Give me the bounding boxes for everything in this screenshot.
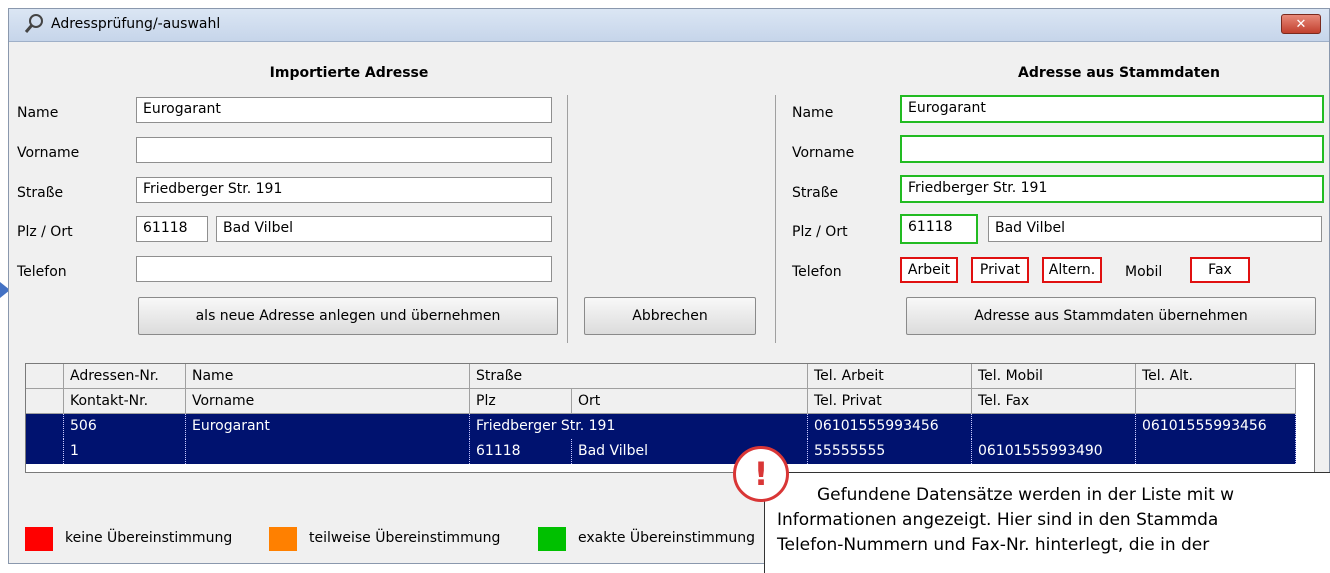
- col-header-adressen-nr[interactable]: Adressen-Nr.: [64, 364, 186, 389]
- table-cell[interactable]: 06101555993456: [808, 414, 972, 439]
- master-name-label: Name: [792, 105, 834, 121]
- master-ort-field[interactable]: Bad Vilbel: [988, 216, 1322, 242]
- window-title: Adressprüfung/-auswahl: [51, 16, 221, 32]
- col-header-tel-privat[interactable]: Tel. Privat: [808, 389, 972, 414]
- phone-tag-arbeit: Arbeit: [900, 257, 958, 283]
- col-header-plz[interactable]: Plz: [470, 389, 572, 414]
- imported-telefon-field[interactable]: [136, 256, 552, 282]
- table-row-header-cell: [26, 364, 64, 389]
- magnifier-icon: [24, 14, 43, 33]
- master-telefon-label: Telefon: [792, 264, 842, 280]
- info-callout: Gefundene Datensätze werden in der Liste…: [764, 472, 1330, 573]
- new-address-button[interactable]: als neue Adresse anlegen und übernehmen: [138, 297, 558, 335]
- separator-left: [567, 95, 568, 343]
- master-name-field[interactable]: Eurogarant: [900, 95, 1324, 123]
- col-header-tel-arbeit[interactable]: Tel. Arbeit: [808, 364, 972, 389]
- table-cell[interactable]: 55555555: [808, 439, 972, 464]
- col-header-tel-fax[interactable]: Tel. Fax: [972, 389, 1136, 414]
- imported-ort-field[interactable]: Bad Vilbel: [216, 216, 552, 242]
- table-row-header-cell: [26, 389, 64, 414]
- legend-label-none: keine Übereinstimmung: [65, 530, 233, 546]
- col-header-strasse[interactable]: Straße: [470, 364, 808, 389]
- table-cell[interactable]: Friedberger Str. 191: [470, 414, 808, 439]
- table-cell[interactable]: [1136, 439, 1296, 464]
- table-cell[interactable]: 1: [64, 439, 186, 464]
- imported-strasse-field[interactable]: Friedberger Str. 191: [136, 177, 552, 203]
- master-plz-field[interactable]: 61118: [900, 214, 978, 244]
- phone-tag-altern: Altern.: [1042, 257, 1102, 283]
- close-button[interactable]: ✕: [1281, 14, 1321, 34]
- callout-text: Gefundene Datensätze werden in der Liste…: [777, 483, 1330, 558]
- table-row-selector[interactable]: [26, 414, 64, 439]
- imported-vorname-field[interactable]: [136, 137, 552, 163]
- table-cell[interactable]: Eurogarant: [186, 414, 470, 439]
- master-strasse-label: Straße: [792, 185, 839, 201]
- master-plz-ort-label: Plz / Ort: [792, 224, 848, 240]
- table-cell[interactable]: 06101555993490: [972, 439, 1136, 464]
- imported-vorname-label: Vorname: [17, 145, 80, 161]
- table-cell[interactable]: 61118: [470, 439, 572, 464]
- legend-label-partial: teilweise Übereinstimmung: [309, 530, 501, 546]
- imported-telefon-label: Telefon: [17, 264, 67, 280]
- table-cell[interactable]: [186, 439, 470, 464]
- col-header-name[interactable]: Name: [186, 364, 470, 389]
- phone-tag-privat: Privat: [971, 257, 1029, 283]
- master-strasse-field[interactable]: Friedberger Str. 191: [900, 175, 1324, 203]
- imported-address-title: Importierte Adresse: [269, 65, 429, 81]
- col-header-empty: [1136, 389, 1296, 414]
- phone-tag-fax: Fax: [1190, 257, 1250, 283]
- master-vorname-field[interactable]: [900, 135, 1324, 163]
- cancel-button[interactable]: Abbrechen: [584, 297, 756, 335]
- take-master-address-button[interactable]: Adresse aus Stammdaten übernehmen: [906, 297, 1316, 335]
- imported-name-field[interactable]: Eurogarant: [136, 97, 552, 123]
- col-header-tel-alt[interactable]: Tel. Alt.: [1136, 364, 1296, 389]
- imported-plz-field[interactable]: 61118: [136, 216, 208, 242]
- imported-plz-ort-label: Plz / Ort: [17, 224, 73, 240]
- callout-line-2: Informationen angezeigt. Hier sind in de…: [777, 510, 1219, 530]
- col-header-kontakt-nr[interactable]: Kontakt-Nr.: [64, 389, 186, 414]
- callout-line-3: Telefon-Nummern und Fax-Nr. hinterlegt, …: [777, 535, 1210, 555]
- col-header-ort[interactable]: Ort: [572, 389, 808, 414]
- table-cell[interactable]: [972, 414, 1136, 439]
- imported-name-label: Name: [17, 105, 59, 121]
- exclamation-icon: !: [733, 446, 789, 502]
- col-header-vorname[interactable]: Vorname: [186, 389, 470, 414]
- table-cell[interactable]: 506: [64, 414, 186, 439]
- results-table[interactable]: Adressen-Nr. Name Straße Tel. Arbeit Tel…: [25, 363, 1315, 473]
- imported-strasse-label: Straße: [17, 185, 64, 201]
- phone-tag-mobil: Mobil: [1125, 264, 1163, 280]
- legend-label-exact: exakte Übereinstimmung: [578, 530, 756, 546]
- legend-swatch-exact: [538, 527, 566, 551]
- title-bar: Adressprüfung/-auswahl ✕: [9, 9, 1329, 42]
- table-cell[interactable]: 06101555993456: [1136, 414, 1296, 439]
- legend-swatch-partial: [269, 527, 297, 551]
- callout-line-1: Gefundene Datensätze werden in der Liste…: [817, 485, 1235, 505]
- separator-right: [775, 95, 776, 343]
- col-header-tel-mobil[interactable]: Tel. Mobil: [972, 364, 1136, 389]
- master-address-title: Adresse aus Stammdaten: [1018, 65, 1220, 81]
- master-vorname-label: Vorname: [792, 145, 855, 161]
- table-row-selector[interactable]: [26, 439, 64, 464]
- legend-swatch-none: [25, 527, 53, 551]
